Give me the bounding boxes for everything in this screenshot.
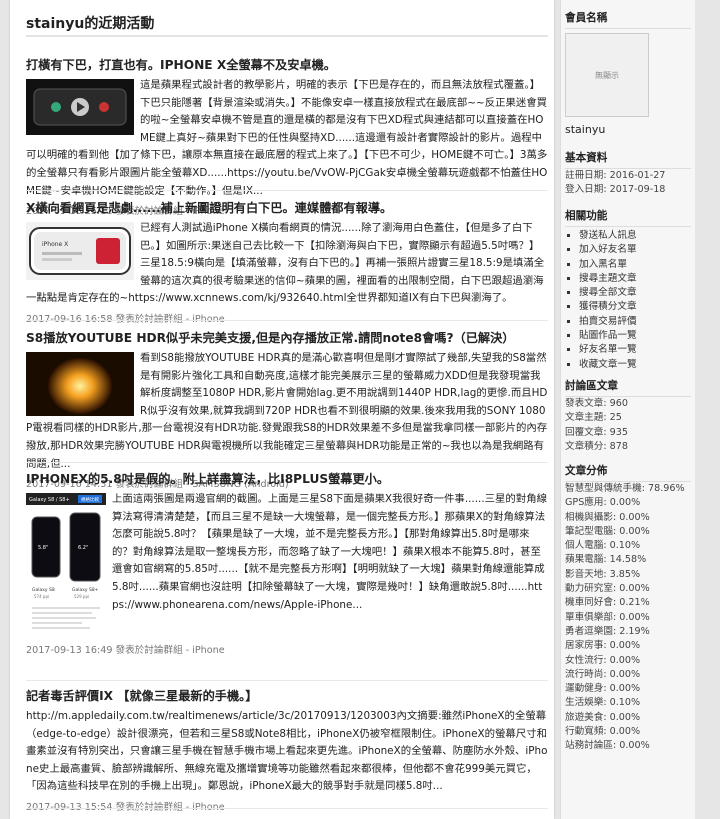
distribution-line: 運動健身: 0.00%: [565, 683, 641, 695]
phone-b-ppi: 529 ppi: [74, 594, 89, 599]
distribution-line: 蘋果電腦: 14.58%: [565, 554, 647, 566]
avatar-placeholder-text: 無顯示: [595, 70, 619, 80]
distribution-line: 智慧型與傳統手機: 78.96%: [565, 483, 685, 494]
distribution-line: 站務討論區: 0.00%: [565, 740, 650, 752]
avatar[interactable]: 無顯示: [565, 33, 649, 117]
post-body: 這是蘋果程式設計者的教學影片，明確的表示【下巴是存在的，而且無法放程式覆蓋。】下…: [26, 77, 548, 200]
distribution-line: 女性流行: 0.00%: [565, 654, 641, 666]
function-link[interactable]: 搜尋主題文章: [579, 272, 691, 286]
post-divider: [26, 190, 548, 191]
username: stainyu: [565, 123, 606, 136]
phone-a-size: 5.8": [38, 545, 48, 551]
post-item: IPHONEX的5.8吋是假的。附上詳盡算法，比I8PLUS螢幕更小。 Gala…: [26, 471, 548, 656]
distribution-heading: 文章分佈: [565, 465, 608, 477]
distribution-line: GPS應用: 0.00%: [565, 497, 641, 509]
post-meta: 2017-09-13 15:54 發表於討論群組 - iPhone: [26, 801, 225, 813]
fire-video-image[interactable]: [26, 352, 134, 416]
distribution-line: 流行時尚: 0.00%: [565, 668, 641, 680]
post-title-link[interactable]: S8播放YOUTUBE HDR似乎未完美支援,但是內存播放正常.請問note8會…: [26, 331, 515, 345]
distribution-line: 旅遊美食: 0.00%: [565, 711, 641, 723]
post-body: http://m.appledaily.com.tw/realtimenews/…: [26, 710, 548, 793]
profile-sidebar: 會員名稱 無顯示 stainyu 基本資料 註冊日期: 2016-01-27 登…: [560, 0, 695, 819]
post-body-text: 上面這兩張圖是兩邊官網的截圖。上面是三星S8下面是蘋果X我很好奇一件事.....…: [112, 493, 547, 611]
post-stats-heading: 討論區文章: [565, 380, 618, 392]
post-meta: 2017-09-13 16:49 發表於討論群組 - iPhone: [26, 645, 225, 656]
post-divider: [26, 462, 548, 463]
phone-a-name: Galaxy S8: [32, 587, 55, 593]
post-item: S8播放YOUTUBE HDR似乎未完美支援,但是內存播放正常.請問note8會…: [26, 330, 548, 490]
page-title: stainyu的近期活動: [26, 16, 155, 32]
distribution-line: 行動寬頻: 0.00%: [565, 726, 641, 738]
distribution-block: 文章分佈 智慧型與傳統手機: 78.96% GPS應用: 0.00% 相機與攝影…: [565, 463, 691, 754]
spec-bar-tab: 規格比較: [81, 496, 99, 503]
function-link[interactable]: 貼圖作品一覽: [579, 329, 691, 343]
function-link[interactable]: 加入好友名單: [579, 243, 691, 257]
functions-list: 發送私人訊息 加入好友名單 加入黑名單 搜尋主題文章 搜尋全部文章 獲得積分文章…: [565, 229, 691, 372]
function-link[interactable]: 拍賣交易評價: [579, 315, 691, 329]
post-item: 記者毒舌評價IX 【就像三星最新的手機。】 http://m.appledail…: [26, 688, 548, 813]
basic-info-block: 基本資料 註冊日期: 2016-01-27 登入日期: 2017-09-18: [565, 150, 691, 198]
stat-line: 文章主題: 25: [565, 412, 622, 424]
distribution-line: 居家房事: 0.00%: [565, 640, 641, 652]
post-title-link[interactable]: IPHONEX的5.8吋是假的。附上詳盡算法，比I8PLUS螢幕更小。: [26, 472, 389, 486]
phone-b-size: 6.2": [78, 545, 88, 551]
distribution-line: 機車同好會: 0.21%: [565, 597, 650, 609]
distribution-line: 勇者逗樂園: 2.19%: [565, 625, 650, 637]
distribution-line: 影音天地: 3.85%: [565, 568, 641, 580]
phone-b-name: Galaxy S8+: [72, 587, 99, 593]
post-body: Galaxy S8 / S8+ 規格比較 5.8" 6.2" Galaxy S8…: [26, 491, 548, 639]
phone-a-ppi: 574 ppi: [34, 594, 49, 599]
function-link[interactable]: 收藏文章一覽: [579, 358, 691, 372]
thumb-phone-label: iPhone X: [42, 241, 68, 248]
post-item: 打橫有下巴，打直也有。IPHONE X全螢幕不及安卓機。 這是蘋果程式設計者的教…: [26, 57, 548, 217]
stat-line: 文章積分: 878: [565, 440, 628, 452]
distribution-line: 筆記型電腦: 0.00%: [565, 525, 650, 537]
post-divider: [26, 320, 548, 321]
post-title-link[interactable]: 記者毒舌評價IX 【就像三星最新的手機。】: [26, 689, 257, 703]
register-date: 註冊日期: 2016-01-27: [565, 170, 666, 181]
member-heading: 會員名稱: [565, 12, 608, 24]
distribution-line: 相機與攝影: 0.00%: [565, 511, 650, 523]
galaxy-spec-image[interactable]: Galaxy S8 / S8+ 規格比較 5.8" 6.2" Galaxy S8…: [26, 493, 106, 639]
post-divider: [26, 680, 548, 681]
basic-info-heading: 基本資料: [565, 152, 608, 164]
post-title-link[interactable]: X橫向看網頁是悲劇......補上新圖證明有白下巴。連媒體都有報導。: [26, 201, 392, 215]
spec-bar-left: Galaxy S8 / S8+: [29, 497, 70, 503]
post-stats-block: 討論區文章 發表文章: 960 文章主題: 25 回覆文章: 935 文章積分:…: [565, 378, 691, 454]
function-link[interactable]: 搜尋全部文章: [579, 286, 691, 300]
login-date: 登入日期: 2017-09-18: [565, 184, 666, 196]
post-meta: 2017-09-16 16:58 發表於討論群組 - iPhone: [26, 313, 225, 325]
function-link[interactable]: 好友名單一覽: [579, 343, 691, 357]
stat-line: 發表文章: 960: [565, 398, 628, 409]
post-item: X橫向看網頁是悲劇......補上新圖證明有白下巴。連媒體都有報導。 iPhon…: [26, 200, 548, 325]
distribution-line: 動力研究室: 0.00%: [565, 583, 650, 595]
member-block: 會員名稱 無顯示 stainyu: [565, 10, 691, 136]
video-thumbnail-image[interactable]: [26, 79, 134, 135]
functions-heading: 相關功能: [565, 210, 608, 222]
title-divider: [26, 35, 548, 37]
post-title-link[interactable]: 打橫有下巴，打直也有。IPHONE X全螢幕不及安卓機。: [26, 58, 336, 72]
function-link[interactable]: 加入黑名單: [579, 258, 691, 272]
function-link[interactable]: 獲得積分文章: [579, 300, 691, 314]
stat-line: 回覆文章: 935: [565, 426, 628, 438]
post-body: iPhone X 已經有人測試過iPhone X橫向看網頁的情況......除了…: [26, 220, 548, 308]
distribution-line: 個人電腦: 0.10%: [565, 540, 641, 552]
phone-screenshot-image[interactable]: iPhone X: [26, 222, 134, 280]
distribution-line: 生活娛樂: 0.10%: [565, 697, 641, 709]
post-body: 看到S8能撥放YOUTUBE HDR真的是滿心歡喜啊但是剛才實際試了幾部,失望我…: [26, 350, 548, 473]
distribution-line: 單車俱樂部: 0.00%: [565, 611, 650, 623]
functions-block: 相關功能 發送私人訊息 加入好友名單 加入黑名單 搜尋主題文章 搜尋全部文章 獲…: [565, 208, 691, 372]
main-panel: stainyu的近期活動 打橫有下巴，打直也有。IPHONE X全螢幕不及安卓機…: [10, 0, 554, 819]
function-link[interactable]: 發送私人訊息: [579, 229, 691, 243]
post-divider: [26, 808, 548, 809]
